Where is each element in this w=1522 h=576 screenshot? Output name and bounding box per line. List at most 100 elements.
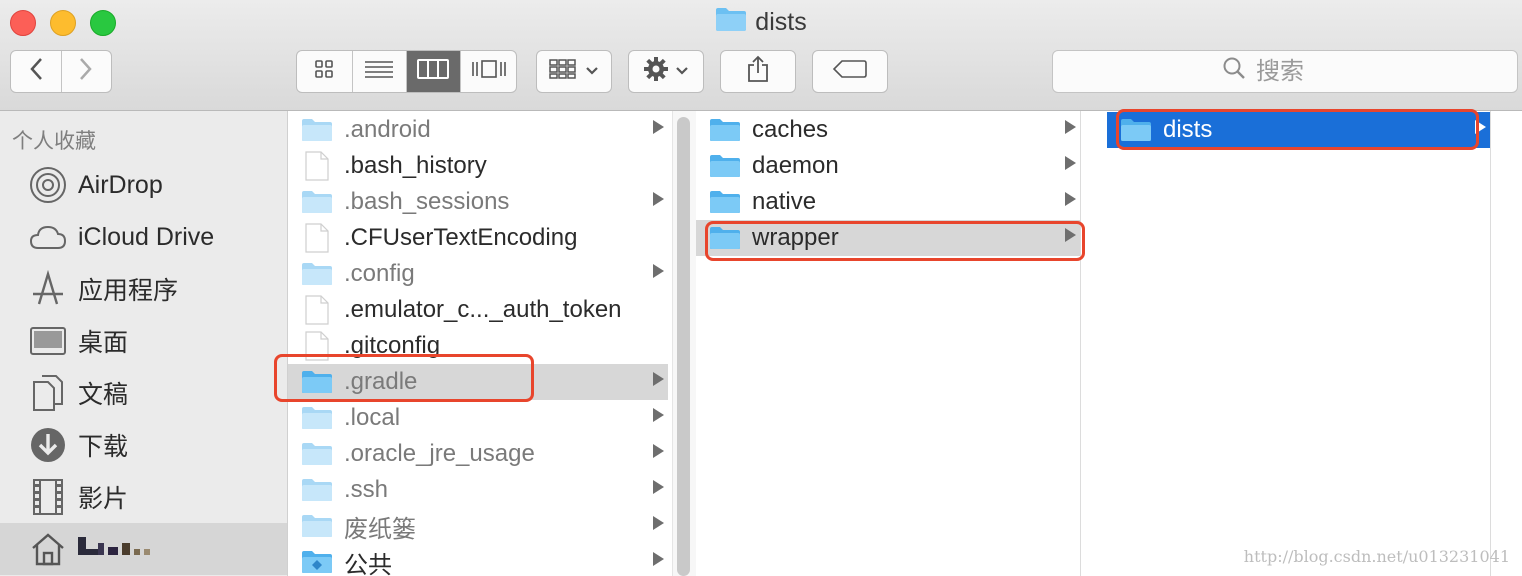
file-row[interactable]: .local [288,400,668,436]
file-name: .ssh [344,476,389,503]
folder-icon [708,187,742,217]
sidebar-item-label: 应用程序 [78,277,179,305]
tag-button[interactable] [812,50,888,93]
film-icon [28,477,68,517]
disclosure-arrow-icon [653,552,664,566]
window-toolbar: dists [0,0,1522,111]
file-row[interactable]: .ssh [288,472,668,508]
sidebar-item-applications[interactable]: 应用程序 [0,263,287,315]
sidebar-item-airdrop[interactable]: AirDrop [0,159,287,211]
list-view-button[interactable] [353,51,407,92]
file-name: .CFUserTextEncoding [344,224,578,251]
folder-icon [708,151,742,181]
file-name: caches [752,116,829,143]
icon-view-button[interactable] [297,51,353,92]
sidebar-item-label: AirDrop [78,170,163,199]
disclosure-arrow-icon [653,372,664,386]
file-name: daemon [752,152,839,179]
column-view-button[interactable] [406,51,462,92]
file-name: 公共 [344,551,392,576]
disclosure-arrow-icon [653,264,664,278]
file-name: .oracle_jre_usage [344,440,535,467]
file-row[interactable]: .CFUserTextEncoding [288,220,668,256]
applications-icon [28,269,68,309]
sidebar-item-movies[interactable]: 影片 [0,471,287,523]
file-name: .local [344,404,401,431]
file-row[interactable]: .emulator_c..._auth_token [288,292,668,328]
sidebar-item-downloads[interactable]: 下载 [0,419,287,471]
folder-icon [300,511,334,541]
watermark: http://blog.csdn.net/u013231041 [1243,547,1510,566]
disclosure-arrow-icon [653,444,664,458]
sidebar-item-icloud-drive[interactable]: iCloud Drive [0,211,287,263]
cover-flow-view-button[interactable] [461,51,516,92]
file-row[interactable]: 废纸篓 [288,508,668,544]
file-row[interactable]: .oracle_jre_usage [288,436,668,472]
sidebar-item-label: 文稿 [78,381,129,409]
window-title: dists [0,6,1522,39]
home-icon [28,529,68,569]
file-row[interactable]: .android [288,112,668,148]
disclosure-arrow-icon [1065,156,1076,170]
gear-icon [643,56,669,87]
file-name: .config [344,260,415,287]
folder-icon [300,259,334,289]
search-field[interactable] [1052,50,1518,93]
search-icon [1222,56,1246,87]
arrange-button[interactable] [536,50,612,93]
file-name: .bash_history [344,152,487,179]
disclosure-arrow-icon [653,480,664,494]
file-row[interactable]: caches [696,112,1080,148]
desktop-icon [28,321,68,361]
sidebar-item-label: 桌面 [78,329,129,357]
file-name: native [752,188,817,215]
file-row[interactable]: .config [288,256,668,292]
disclosure-arrow-icon [653,408,664,422]
chevron-down-icon [675,63,689,81]
column-view-icon [417,59,450,84]
document-icon [300,223,334,253]
disclosure-arrow-icon [653,516,664,530]
file-row[interactable]: daemon [696,148,1080,184]
folder-icon [300,475,334,505]
cover-flow-icon [471,59,507,84]
sidebar: 个人收藏 AirDrop iCloud Drive 应用程序 桌面 文稿 下载 … [0,111,288,576]
arrange-grid-icon [549,59,577,84]
documents-icon [28,373,68,413]
forward-button[interactable] [62,51,112,92]
cloud-icon [28,217,68,257]
column-scrollbar[interactable] [677,117,690,576]
file-name: 废纸篓 [344,515,416,543]
view-mode-selector [296,50,517,93]
sidebar-heading-favorites: 个人收藏 [12,130,96,153]
chevron-down-icon [585,63,599,81]
file-row[interactable]: .bash_sessions [288,184,668,220]
download-icon [28,425,68,465]
file-row[interactable]: native [696,184,1080,220]
action-button[interactable] [628,50,704,93]
annotation-highlight-wrapper [705,221,1085,261]
file-name: .bash_sessions [344,188,510,215]
sidebar-item-home[interactable] [0,523,287,575]
finder-column-home: .android .bash_history .bash_sessions .CFUs… [288,111,673,576]
share-button[interactable] [720,50,796,93]
file-row[interactable]: .bash_history [288,148,668,184]
disclosure-arrow-icon [653,192,664,206]
folder-icon [715,6,747,39]
public-folder-icon [300,547,334,576]
share-icon [746,55,770,88]
file-row[interactable]: 公共 [288,544,668,576]
file-name: .android [344,116,431,143]
disclosure-arrow-icon [653,120,664,134]
search-input[interactable] [1254,56,1348,87]
folder-icon [300,187,334,217]
document-icon [300,295,334,325]
airdrop-icon [28,165,68,205]
file-name: .emulator_c..._auth_token [344,296,622,323]
sidebar-item-desktop[interactable]: 桌面 [0,315,287,367]
back-button[interactable] [11,51,62,92]
annotation-highlight-gradle [274,354,534,402]
folder-icon [300,115,334,145]
sidebar-item-documents[interactable]: 文稿 [0,367,287,419]
blurred-username [78,533,158,566]
